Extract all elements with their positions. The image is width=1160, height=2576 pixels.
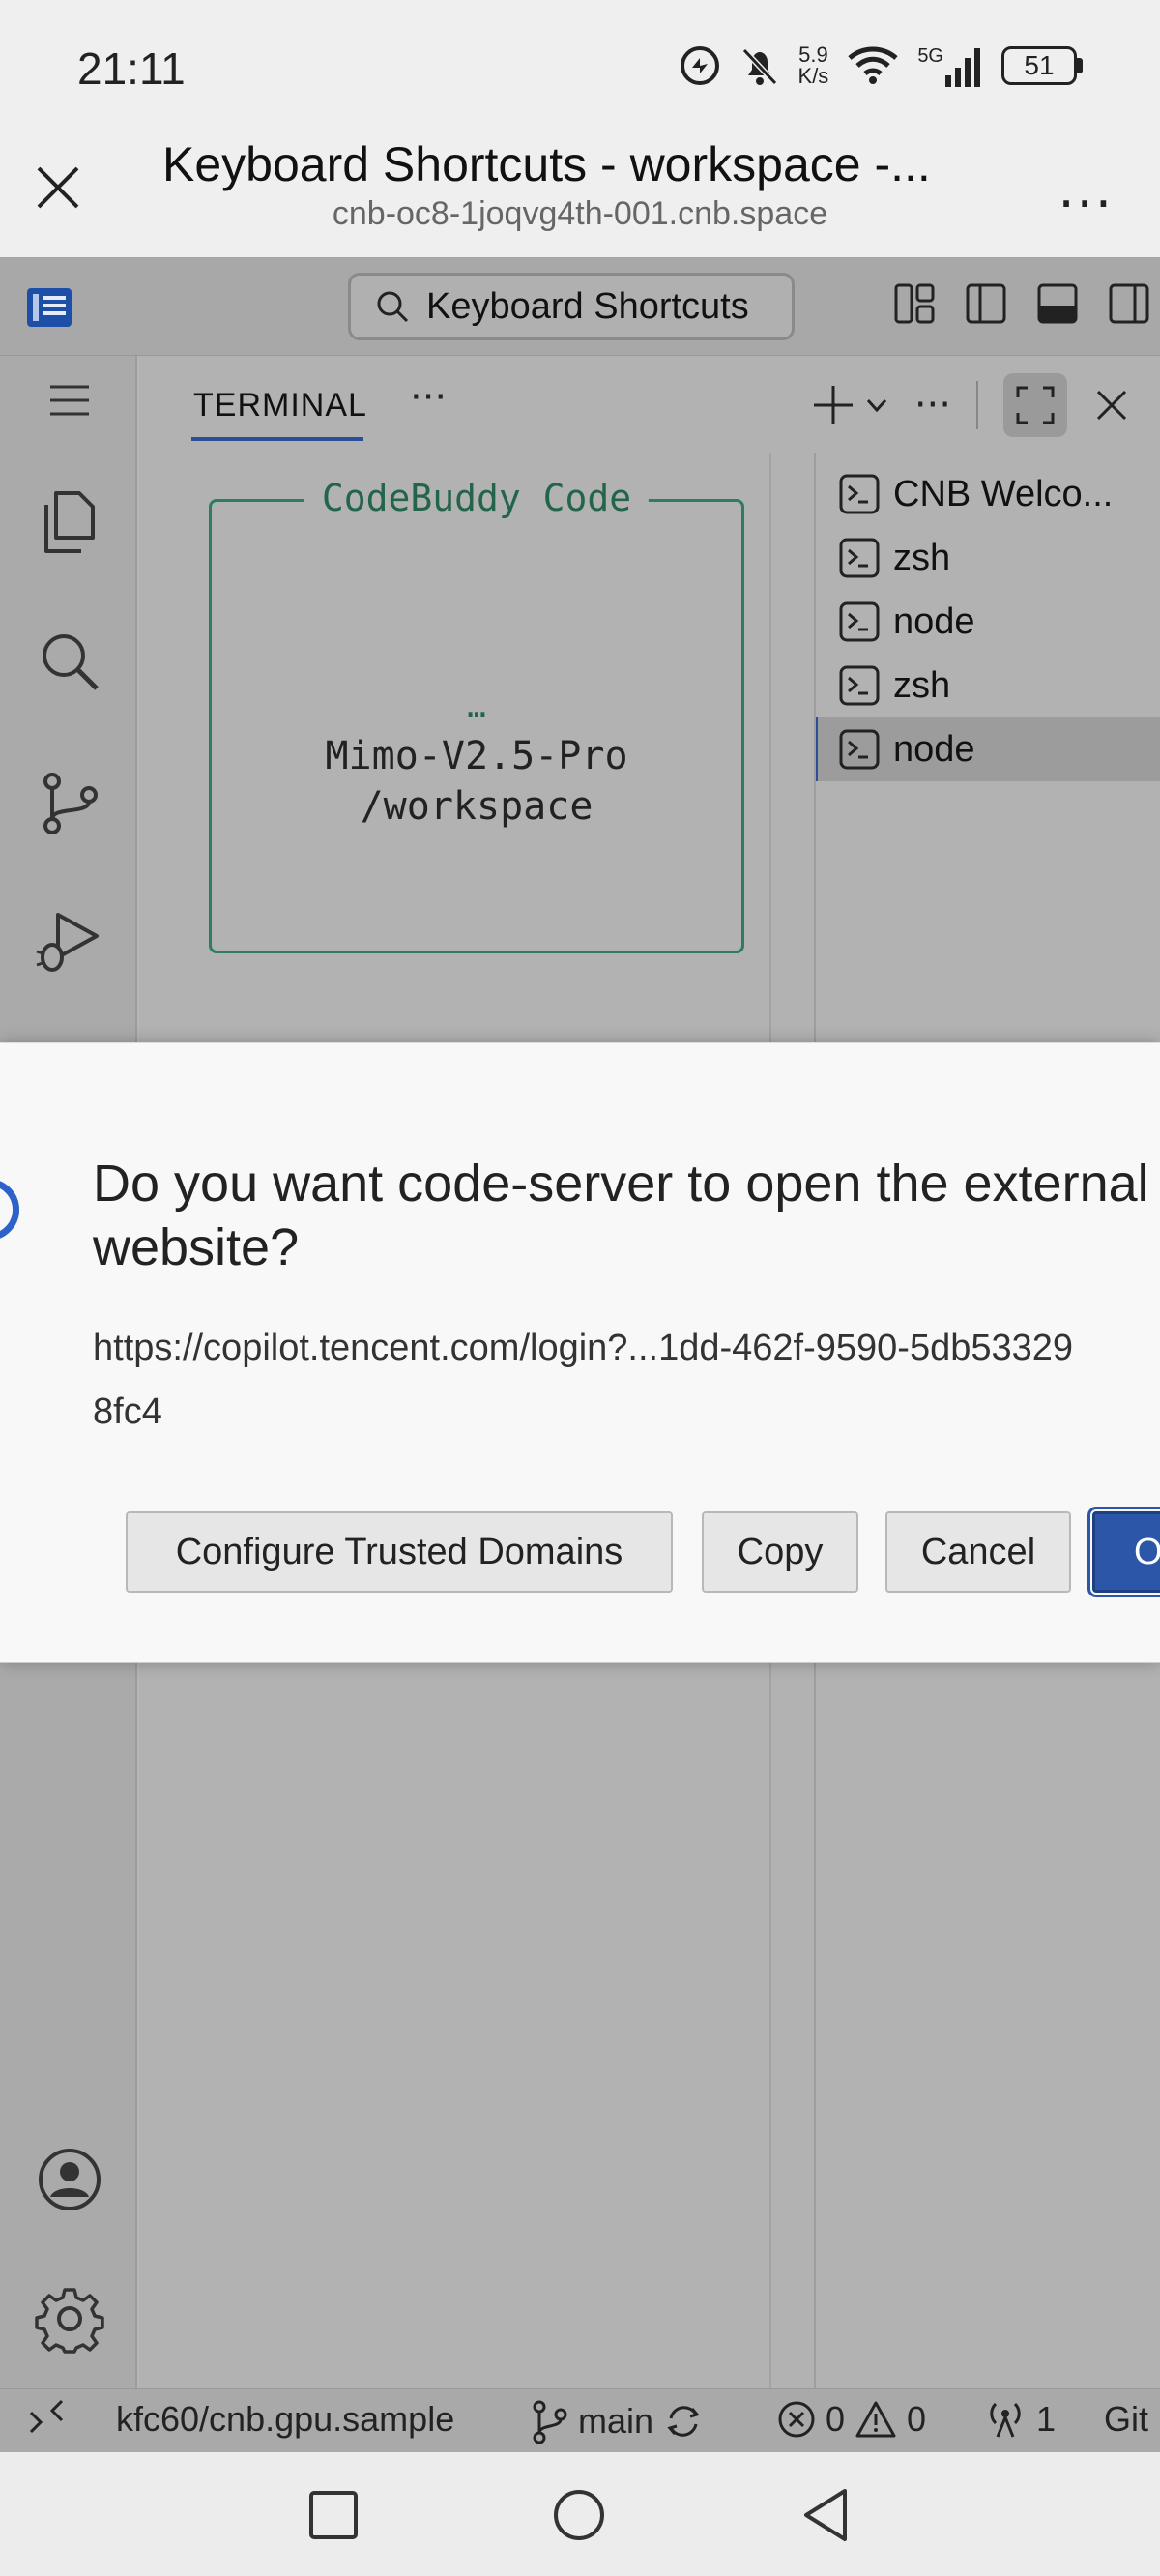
dialog-url: https://copilot.tencent.com/login?...1dd… bbox=[93, 1328, 1074, 1432]
sync-icon bbox=[667, 2406, 700, 2437]
command-center[interactable]: Keyboard Shortcuts bbox=[348, 273, 795, 340]
dialog-title: Do you want code-server to open the exte… bbox=[93, 1155, 1149, 1276]
command-center-label: Keyboard Shortcuts bbox=[426, 285, 749, 327]
terminal-ellipsis: … bbox=[467, 688, 486, 724]
separator bbox=[976, 381, 978, 429]
branch-indicator[interactable]: main bbox=[530, 2399, 704, 2444]
broadcast-icon bbox=[990, 2402, 1021, 2438]
panel-header: TERMINAL ··· ··· bbox=[139, 356, 1160, 453]
terminal-tab-label: zsh bbox=[893, 664, 951, 706]
terminal-tab-label: CNB Welco... bbox=[893, 473, 1114, 514]
wifi-icon bbox=[848, 46, 898, 84]
terminal-tab-active[interactable]: node bbox=[816, 717, 1160, 781]
warning-icon bbox=[856, 2401, 896, 2438]
customize-layout-icon[interactable] bbox=[893, 282, 936, 325]
repo-name[interactable]: kfc60/cnb.gpu.sample bbox=[116, 2399, 454, 2440]
battery-nub bbox=[1077, 58, 1083, 73]
ports-indicator[interactable]: 1 bbox=[984, 2399, 1056, 2440]
terminal-tabs-list: CNB Welco... zsh node zsh node bbox=[816, 462, 1160, 781]
new-terminal-icon[interactable] bbox=[812, 384, 855, 426]
open-button[interactable]: Open bbox=[1088, 1507, 1160, 1597]
codebuddy-title: CodeBuddy Code bbox=[304, 477, 650, 519]
info-icon bbox=[0, 1179, 19, 1241]
terminal-tab-label: zsh bbox=[893, 537, 951, 578]
error-count: 0 bbox=[826, 2399, 846, 2439]
terminal-tab[interactable]: node bbox=[816, 590, 1160, 654]
titlebar: Keyboard Shortcuts bbox=[0, 257, 1160, 356]
explorer-files-icon[interactable] bbox=[35, 487, 104, 557]
back-icon[interactable] bbox=[793, 2481, 860, 2549]
configure-trusted-domains-button[interactable]: Configure Trusted Domains bbox=[126, 1511, 673, 1593]
signal-bars-icon bbox=[945, 47, 980, 87]
source-control-icon[interactable] bbox=[35, 768, 104, 837]
toggle-primary-sidebar-icon[interactable] bbox=[965, 282, 1007, 325]
terminal-tab[interactable]: CNB Welco... bbox=[816, 462, 1160, 526]
terminal-icon bbox=[839, 665, 880, 706]
git-branch-icon bbox=[533, 2400, 567, 2444]
net-speed: 5.9 K/s bbox=[798, 43, 829, 88]
browser-more-button[interactable]: ... bbox=[1058, 159, 1115, 220]
terminal-path: /workspace bbox=[360, 784, 594, 829]
problems-indicator[interactable]: 0 0 bbox=[777, 2399, 926, 2440]
ports-count: 1 bbox=[1036, 2399, 1057, 2439]
battery-level: 51 bbox=[1001, 46, 1077, 85]
cancel-button[interactable]: Cancel bbox=[885, 1511, 1071, 1593]
gear-icon[interactable] bbox=[35, 2284, 104, 2354]
toggle-panel-icon[interactable] bbox=[1036, 282, 1079, 325]
terminal-tab[interactable]: zsh bbox=[816, 654, 1160, 717]
close-panel-icon[interactable] bbox=[1092, 386, 1131, 424]
error-icon bbox=[778, 2401, 815, 2438]
terminal-icon bbox=[839, 601, 880, 642]
cell-signal: 5G bbox=[917, 45, 982, 87]
data-saver-icon bbox=[680, 46, 719, 85]
maximize-panel-button[interactable] bbox=[1003, 373, 1067, 437]
run-debug-icon[interactable] bbox=[35, 907, 104, 977]
active-tab-indicator bbox=[191, 437, 363, 441]
battery-indicator: 51 bbox=[1001, 46, 1083, 85]
android-status-bar: 21:11 5.9 K/s 5G 51 bbox=[0, 0, 1160, 135]
warning-count: 0 bbox=[907, 2399, 927, 2439]
terminal-icon bbox=[839, 538, 880, 578]
panel-more-tabs-button[interactable]: ··· bbox=[410, 375, 447, 420]
search-icon[interactable] bbox=[35, 627, 104, 696]
open-external-dialog: Do you want code-server to open the exte… bbox=[0, 1042, 1160, 1663]
recents-icon[interactable] bbox=[300, 2481, 367, 2549]
chevron-down-icon[interactable] bbox=[864, 393, 889, 418]
menu-logo-icon[interactable] bbox=[27, 288, 72, 327]
browser-header: Keyboard Shortcuts - workspace -... cnb-… bbox=[0, 135, 1160, 257]
clock: 21:11 bbox=[77, 44, 186, 94]
panel-actions: ··· bbox=[812, 373, 1131, 437]
terminal-tab-label: node bbox=[893, 728, 975, 770]
android-nav-bar bbox=[0, 2452, 1160, 2576]
codebuddy-welcome-box: CodeBuddy Code … Mimo-V2.5-Pro /workspac… bbox=[209, 477, 744, 953]
git-status-item[interactable]: Git bbox=[1104, 2399, 1148, 2440]
vscode-status-bar: kfc60/cnb.gpu.sample main 0 0 1 Git bbox=[0, 2388, 1160, 2452]
terminal-model: Mimo-V2.5-Pro bbox=[325, 734, 628, 778]
accounts-icon[interactable] bbox=[35, 2145, 104, 2214]
page-title: Keyboard Shortcuts - workspace -... bbox=[162, 137, 931, 191]
layout-controls bbox=[893, 282, 1150, 325]
hamburger-menu-icon[interactable] bbox=[43, 373, 97, 427]
terminal-icon bbox=[839, 474, 880, 514]
search-icon bbox=[377, 291, 409, 323]
terminal-tab[interactable]: zsh bbox=[816, 526, 1160, 590]
remote-indicator[interactable] bbox=[27, 2399, 66, 2438]
terminal-tab-label: node bbox=[893, 600, 975, 642]
home-icon[interactable] bbox=[545, 2481, 613, 2549]
panel-more-actions-button[interactable]: ··· bbox=[914, 383, 951, 427]
toggle-secondary-sidebar-icon[interactable] bbox=[1108, 282, 1150, 325]
status-icons: 5.9 K/s 5G 51 bbox=[679, 44, 1083, 87]
branch-name: main bbox=[578, 2401, 654, 2441]
maximize-icon bbox=[1016, 386, 1055, 424]
remote-icon bbox=[29, 2399, 64, 2434]
terminal-icon bbox=[839, 729, 880, 770]
copy-button[interactable]: Copy bbox=[702, 1511, 858, 1593]
tab-terminal[interactable]: TERMINAL bbox=[193, 387, 367, 424]
page-url: cnb-oc8-1joqvg4th-001.cnb.space bbox=[332, 195, 828, 232]
bell-muted-icon bbox=[741, 47, 777, 86]
